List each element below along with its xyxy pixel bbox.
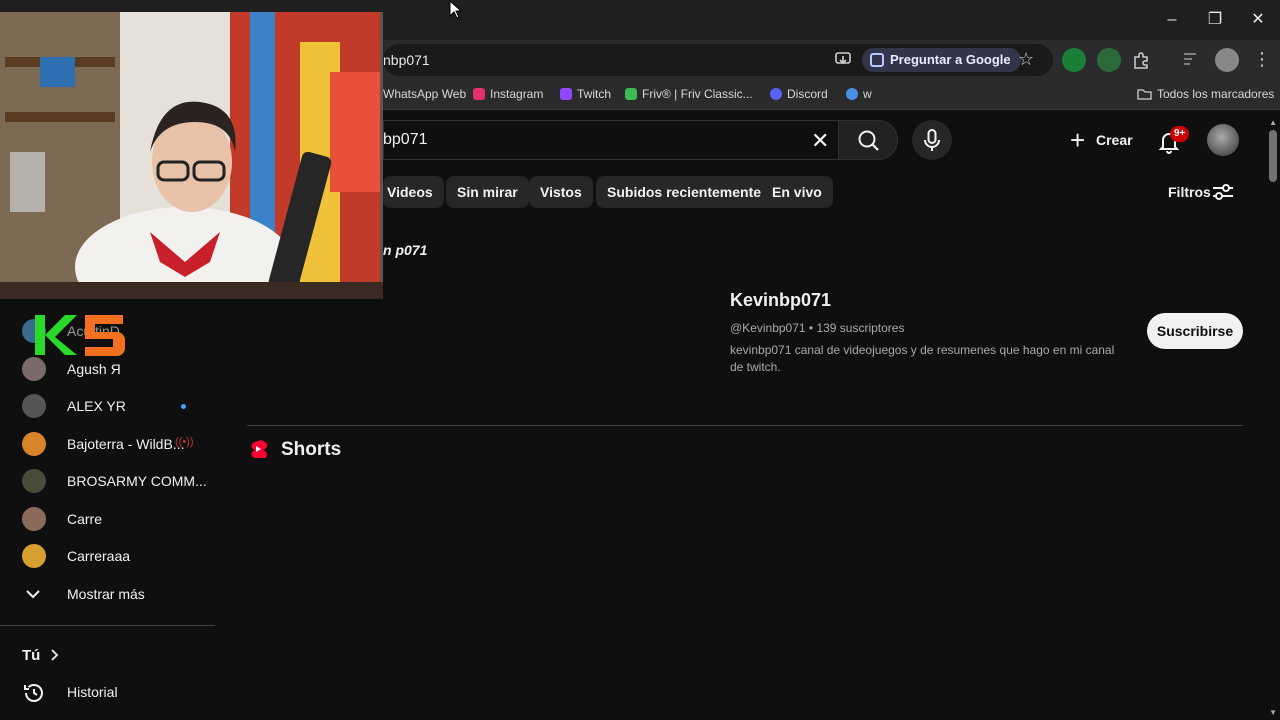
sidebar-subscription[interactable]: Carre — [0, 501, 215, 537]
folder-icon — [1137, 89, 1152, 100]
sidebar-subscription[interactable]: ALEX YR — [0, 388, 215, 424]
bookmark-label: w — [863, 87, 872, 101]
webcam-picture — [0, 12, 383, 299]
page-scrollbar[interactable] — [1266, 115, 1280, 720]
voice-search-button[interactable] — [912, 120, 952, 160]
chip-videos[interactable]: Videos — [383, 176, 444, 208]
avatar — [22, 469, 46, 493]
ask-google-button[interactable]: Preguntar a Google — [862, 48, 1021, 72]
chip-unwatched[interactable]: Sin mirar — [446, 176, 529, 208]
new-content-dot — [181, 404, 186, 409]
bookmark-label: Discord — [787, 87, 828, 101]
show-more-button[interactable]: Mostrar más — [0, 576, 215, 612]
search-input[interactable] — [383, 120, 838, 160]
search-button[interactable] — [838, 120, 898, 160]
minimize-icon[interactable]: – — [1160, 8, 1184, 32]
media-control-icon[interactable] — [1183, 52, 1199, 66]
avatar — [22, 432, 46, 456]
bookmark-w[interactable]: w — [846, 87, 872, 101]
scroll-down-icon[interactable]: ▼ — [1269, 708, 1277, 717]
search-correction-text[interactable]: n p071 — [383, 242, 427, 258]
instagram-icon — [473, 88, 485, 100]
friv-icon — [625, 88, 637, 100]
shorts-icon — [251, 440, 267, 458]
all-bookmarks[interactable]: Todos los marcadores — [1137, 87, 1274, 101]
search-icon — [858, 130, 879, 151]
section-divider — [247, 425, 1243, 426]
avatar — [22, 394, 46, 418]
sidebar-item-history[interactable]: Historial — [0, 674, 215, 710]
subscribe-button[interactable]: Suscribirse — [1147, 313, 1243, 349]
chip-watched[interactable]: Vistos — [529, 176, 593, 208]
browser-menu-icon[interactable]: ⋮ — [1253, 49, 1271, 70]
all-bookmarks-label: Todos los marcadores — [1157, 87, 1275, 101]
bookmark-star-icon[interactable]: ☆ — [1018, 49, 1034, 70]
lens-icon — [870, 53, 884, 67]
create-button[interactable]: + Crear — [1062, 122, 1145, 158]
live-icon: ((•)) — [175, 436, 194, 448]
profile-avatar-icon[interactable] — [1215, 48, 1239, 72]
bookmark-discord[interactable]: Discord — [770, 87, 828, 101]
address-bar-text[interactable]: nbp071 — [383, 52, 430, 68]
bookmark-label: Friv® | Friv Classic... — [642, 87, 753, 101]
create-label: Crear — [1096, 132, 1133, 148]
close-window-icon[interactable]: ✕ — [1246, 8, 1270, 32]
sidebar-subscription-label: Bajoterra - WildB... — [67, 436, 185, 452]
sidebar-subscription[interactable]: Bajoterra - WildB... ((•)) — [0, 426, 215, 462]
shorts-heading: Shorts — [281, 439, 342, 460]
k5-logo — [35, 315, 125, 356]
avatar — [22, 544, 46, 568]
extension-adblock-icon[interactable] — [1097, 48, 1121, 72]
bookmark-twitch[interactable]: Twitch — [560, 87, 611, 101]
scroll-up-icon[interactable]: ▲ — [1269, 118, 1277, 127]
avatar — [22, 357, 46, 381]
install-app-icon[interactable] — [835, 51, 851, 67]
mouse-cursor-icon — [449, 0, 463, 19]
filters-icon[interactable] — [1212, 182, 1234, 202]
search-query[interactable]: bp071 — [383, 131, 428, 149]
sidebar-subscription-label: BROSARMY COMM... — [67, 473, 207, 489]
sidebar-subscription-label: Agush Я — [67, 361, 121, 377]
scrollbar-thumb[interactable] — [1269, 130, 1277, 182]
sidebar-divider — [0, 625, 215, 626]
sidebar-subscription-label: Carreraaa — [67, 548, 131, 564]
channel-meta: @Kevinbp071 • 139 suscriptores — [730, 321, 905, 335]
chevron-right-icon — [51, 649, 59, 661]
w-icon — [846, 88, 858, 100]
you-label: Tú — [22, 647, 41, 664]
filters-label[interactable]: Filtros — [1168, 184, 1211, 200]
plus-icon: + — [1070, 125, 1086, 155]
discord-icon — [770, 88, 782, 100]
history-label: Historial — [67, 684, 118, 700]
extension-green-icon[interactable] — [1062, 48, 1086, 72]
extensions-puzzle-icon[interactable] — [1132, 51, 1150, 69]
microphone-icon — [924, 129, 940, 151]
restore-icon[interactable]: ❐ — [1203, 8, 1227, 32]
account-avatar[interactable] — [1207, 124, 1239, 156]
bookmark-label: WhatsApp Web — [383, 87, 467, 101]
bookmark-friv[interactable]: Friv® | Friv Classic... — [625, 87, 753, 101]
chevron-down-icon — [26, 590, 40, 599]
twitch-icon — [560, 88, 572, 100]
clear-search-icon[interactable]: ✕ — [811, 128, 829, 154]
chip-recently-uploaded[interactable]: Subidos recientemente — [596, 176, 773, 208]
bookmark-instagram[interactable]: Instagram — [473, 87, 543, 101]
bookmark-label: Twitch — [577, 87, 612, 101]
show-more-label: Mostrar más — [67, 586, 145, 602]
sidebar-subscription[interactable]: BROSARMY COMM... — [0, 463, 215, 499]
bookmark-whatsapp[interactable]: WhatsApp Web — [383, 87, 466, 101]
chip-live[interactable]: En vivo — [761, 176, 833, 208]
channel-name[interactable]: Kevinbp071 — [730, 290, 831, 311]
ask-google-label: Preguntar a Google — [890, 52, 1011, 67]
sidebar-subscription-label: ALEX YR — [67, 398, 126, 414]
avatar — [22, 507, 46, 531]
sidebar-you-section[interactable]: Tú — [0, 637, 215, 673]
sidebar-subscription-label: Carre — [67, 511, 103, 527]
history-icon — [24, 684, 43, 702]
sidebar-subscription[interactable]: Carreraaa — [0, 538, 215, 574]
notifications-badge: 9+ — [1170, 126, 1190, 142]
bookmark-label: Instagram — [490, 87, 544, 101]
webcam-overlay — [0, 12, 383, 299]
channel-description: kevinbp071 canal de videojuegos y de res… — [730, 343, 1115, 374]
